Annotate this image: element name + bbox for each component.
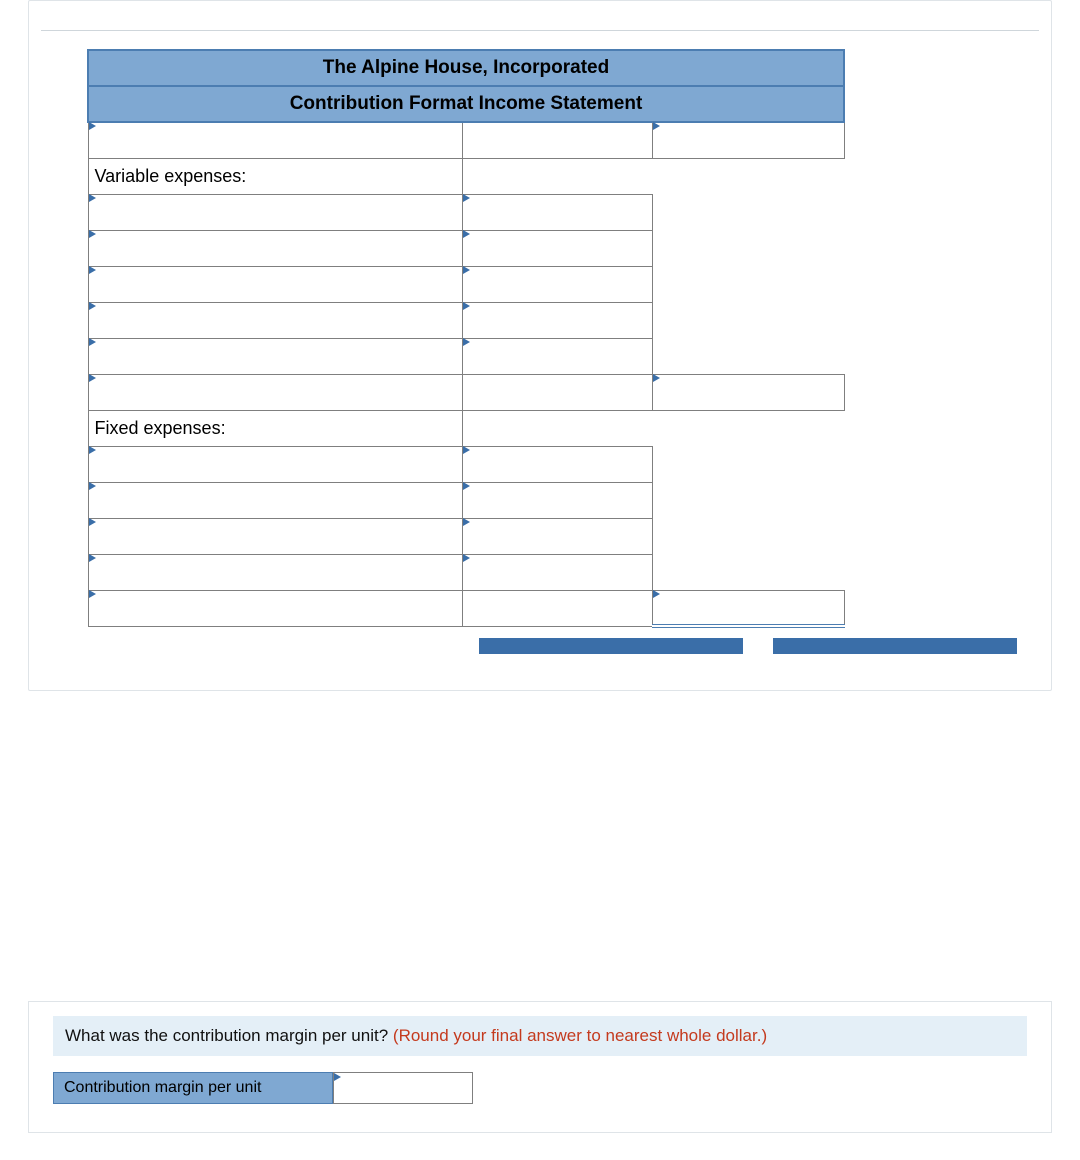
statement-title-1: The Alpine House, Incorporated	[88, 50, 844, 86]
statement-title-2: Contribution Format Income Statement	[88, 86, 844, 122]
amount-cell-2[interactable]	[652, 122, 844, 158]
amount-cell-2	[652, 410, 844, 446]
label-dropdown[interactable]	[88, 194, 462, 230]
amount-cell-1[interactable]	[462, 446, 652, 482]
table-row	[88, 338, 844, 374]
row-label: Variable expenses:	[88, 158, 462, 194]
nav-bar	[29, 638, 1017, 654]
row-label: Fixed expenses:	[88, 410, 462, 446]
amount-cell-1[interactable]	[462, 194, 652, 230]
label-dropdown[interactable]	[88, 338, 462, 374]
label-dropdown[interactable]	[88, 230, 462, 266]
amount-cell-1	[462, 590, 652, 626]
statement-panel: The Alpine House, Incorporated Contribut…	[28, 0, 1052, 691]
amount-cell-1	[462, 122, 652, 158]
table-row: Variable expenses:	[88, 158, 844, 194]
amount-cell-2	[652, 554, 844, 590]
panel-divider	[41, 1, 1039, 31]
amount-cell-1[interactable]	[462, 230, 652, 266]
table-row	[88, 266, 844, 302]
amount-cell-1	[462, 374, 652, 410]
amount-cell-1	[462, 410, 652, 446]
question-text: What was the contribution margin per uni…	[53, 1016, 1027, 1056]
table-row	[88, 518, 844, 554]
table-row	[88, 446, 844, 482]
label-dropdown[interactable]	[88, 122, 462, 158]
amount-cell-2	[652, 482, 844, 518]
amount-cell-1[interactable]	[462, 482, 652, 518]
answer-label: Contribution margin per unit	[53, 1072, 333, 1104]
label-dropdown[interactable]	[88, 482, 462, 518]
amount-cell-2	[652, 266, 844, 302]
amount-cell-1[interactable]	[462, 518, 652, 554]
label-dropdown[interactable]	[88, 266, 462, 302]
amount-cell-2	[652, 446, 844, 482]
question-hint: (Round your final answer to nearest whol…	[393, 1026, 767, 1045]
amount-cell-2[interactable]	[652, 374, 844, 410]
amount-cell-1	[462, 158, 652, 194]
answer-input[interactable]	[333, 1072, 473, 1104]
answer-row: Contribution margin per unit	[53, 1072, 1027, 1104]
amount-cell-1[interactable]	[462, 302, 652, 338]
table-row	[88, 482, 844, 518]
amount-cell-1[interactable]	[462, 338, 652, 374]
amount-cell-2	[652, 194, 844, 230]
amount-cell-2	[652, 158, 844, 194]
label-dropdown[interactable]	[88, 590, 462, 626]
nav-button-next[interactable]	[773, 638, 1017, 654]
table-row	[88, 194, 844, 230]
table-row	[88, 374, 844, 410]
table-row	[88, 554, 844, 590]
amount-cell-2	[652, 338, 844, 374]
label-dropdown[interactable]	[88, 554, 462, 590]
label-dropdown[interactable]	[88, 518, 462, 554]
amount-cell-1[interactable]	[462, 266, 652, 302]
amount-cell-2	[652, 518, 844, 554]
table-row	[88, 230, 844, 266]
table-row	[88, 122, 844, 158]
question-prompt: What was the contribution margin per uni…	[65, 1026, 388, 1045]
table-row: Fixed expenses:	[88, 410, 844, 446]
label-dropdown[interactable]	[88, 302, 462, 338]
income-statement-table: The Alpine House, Incorporated Contribut…	[87, 49, 845, 628]
label-dropdown[interactable]	[88, 374, 462, 410]
amount-cell-2	[652, 230, 844, 266]
amount-cell-2[interactable]	[652, 590, 844, 626]
question-panel: What was the contribution margin per uni…	[28, 1001, 1052, 1133]
amount-cell-2	[652, 302, 844, 338]
table-row	[88, 590, 844, 626]
table-row	[88, 302, 844, 338]
nav-button-prev[interactable]	[479, 638, 743, 654]
amount-cell-1[interactable]	[462, 554, 652, 590]
label-dropdown[interactable]	[88, 446, 462, 482]
